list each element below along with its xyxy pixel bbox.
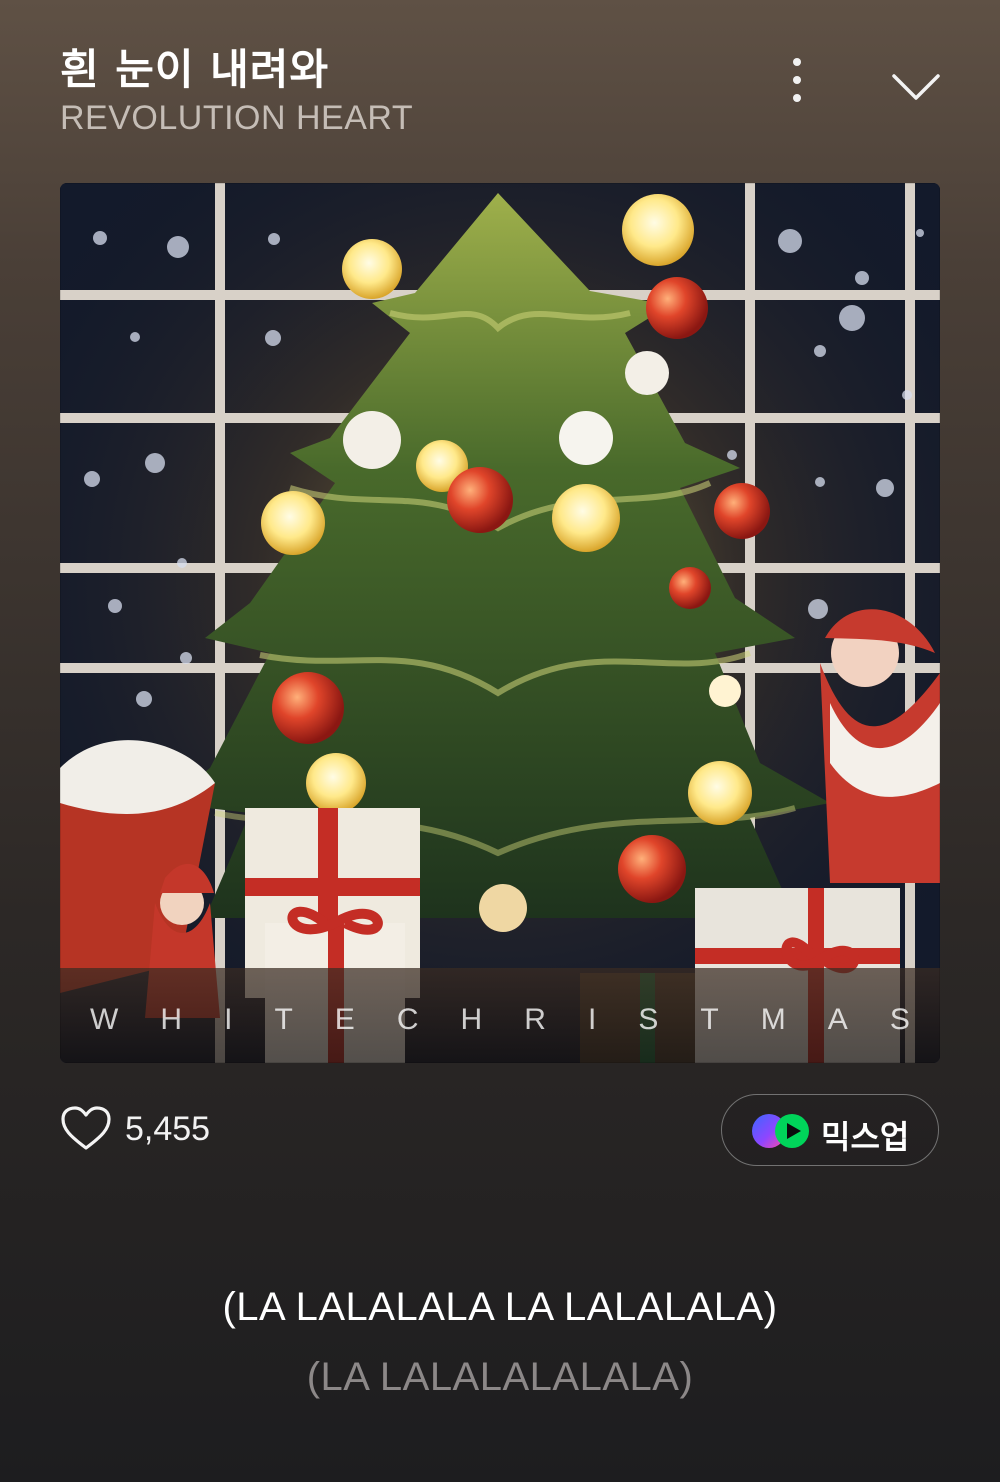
more-vertical-icon-dot (793, 58, 801, 66)
album-caption-letter: R (524, 1003, 546, 1036)
album-caption-letter: I (587, 1003, 597, 1036)
album-caption-letter: S (889, 1003, 910, 1036)
lyrics-panel[interactable]: (LA LALALALA LA LALALALA) (LA LALALALALA… (0, 1285, 1000, 1400)
mixup-label: 믹스업 (821, 1119, 910, 1155)
album-caption-letter: H (160, 1003, 183, 1036)
christmas-tree-artwork (60, 183, 940, 1063)
mixup-play-icon (752, 1114, 809, 1148)
like-button[interactable] (60, 1105, 112, 1153)
album-caption: W H I T E C H R I S T M A S (90, 1003, 910, 1037)
chevron-down-icon (892, 74, 940, 100)
track-actions: 5,455 믹스업 (60, 1093, 940, 1168)
more-vertical-icon-dot (793, 94, 801, 102)
album-caption-letter: W (90, 1003, 119, 1036)
more-vertical-icon-dot (793, 76, 801, 84)
album-caption-letter: T (700, 1003, 719, 1036)
album-caption-letter: C (396, 1003, 419, 1036)
album-caption-letter: H (460, 1003, 483, 1036)
album-caption-letter: S (638, 1003, 659, 1036)
collapse-player-button[interactable] (890, 64, 942, 104)
song-title: 흰 눈이 내려와 (60, 45, 330, 94)
next-lyric-line[interactable]: (LA LALALALALALA) (0, 1355, 1000, 1400)
like-count: 5,455 (125, 1110, 211, 1148)
album-caption-letter: T (274, 1003, 293, 1036)
album-caption-letter: A (827, 1003, 848, 1036)
album-caption-letter: I (224, 1003, 233, 1036)
album-caption-letter: M (760, 1003, 786, 1036)
player-header: 흰 눈이 내려와 REVOLUTION HEART (60, 28, 940, 148)
heart-outline-icon (61, 1106, 111, 1150)
more-options-button[interactable] (776, 54, 820, 108)
current-lyric-line[interactable]: (LA LALALALA LA LALALALA) (0, 1285, 1000, 1330)
mixup-button[interactable]: 믹스업 (721, 1094, 939, 1166)
album-art[interactable]: W H I T E C H R I S T M A S (60, 183, 940, 1063)
artist-name[interactable]: REVOLUTION HEART (60, 99, 413, 138)
album-caption-letter: E (334, 1003, 355, 1036)
